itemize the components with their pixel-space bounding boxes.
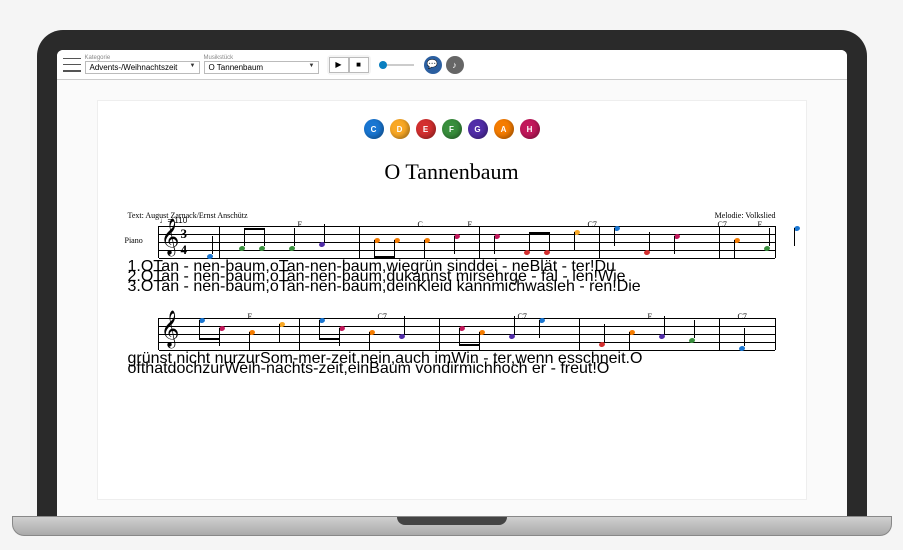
note-circle-a[interactable]: A — [494, 119, 514, 139]
score-sheet: CDEFGAH O Tannenbaum Text: August Zarnac… — [97, 100, 807, 500]
lyric-syllable: Weih-nachts-zeit, — [224, 360, 347, 377]
lyric-syllable: o — [270, 278, 279, 295]
lyric-syllable: doch — [168, 360, 203, 377]
lyric-syllable: ein — [348, 360, 369, 377]
treble-clef-icon: 𝄞 — [161, 312, 180, 344]
lyric-syllable: mich — [459, 360, 493, 377]
note-circle-c[interactable]: C — [364, 119, 384, 139]
lyric-syllable: 3.O — [128, 278, 154, 295]
text-credit: Text: August Zarnack/Ernst Anschütz — [128, 211, 248, 220]
lyric-syllable: Tan-nen-baum, — [279, 278, 387, 295]
note-circle-d[interactable]: D — [390, 119, 410, 139]
note-circle-e[interactable]: E — [416, 119, 436, 139]
progress-slider[interactable] — [379, 64, 414, 66]
category-select[interactable]: Advents-/Weihnachtszeit — [85, 61, 200, 74]
lyric-syllable: zur — [202, 360, 224, 377]
menu-icon[interactable] — [63, 58, 81, 72]
piece-select[interactable]: O Tannenbaum — [204, 61, 319, 74]
note-circle-g[interactable]: G — [468, 119, 488, 139]
lyric-syllable: Tan - nen-baum, — [153, 278, 270, 295]
lyric-syllable: was — [525, 278, 553, 295]
treble-clef-icon: 𝄞 — [161, 220, 180, 252]
lyric-syllable: oft — [128, 360, 146, 377]
song-title: O Tannenbaum — [128, 159, 776, 185]
lyric-syllable: Baum von — [369, 360, 441, 377]
lyric-syllable: dir — [441, 360, 459, 377]
play-button[interactable]: ▶ — [329, 57, 349, 73]
melody-credit: Melodie: Volkslied — [715, 211, 776, 220]
staff-2: 𝄞 — [158, 318, 776, 350]
lyric-syllable: dein — [386, 278, 416, 295]
note-circle-f[interactable]: F — [442, 119, 462, 139]
lyric-syllable: leh - ren! — [554, 278, 617, 295]
lyric-syllable: Die — [617, 278, 641, 295]
note-circle-h[interactable]: H — [520, 119, 540, 139]
notes-toggle-icon[interactable]: ♪ — [446, 56, 464, 74]
lyric-syllable: hoch er - freut! — [493, 360, 597, 377]
lyric-syllable: O — [597, 360, 609, 377]
lyric-syllable: Kleid kann — [417, 278, 492, 295]
lyrics-toggle-icon[interactable]: 💬 — [424, 56, 442, 74]
stop-button[interactable]: ■ — [349, 57, 369, 73]
lyric-syllable: hat — [145, 360, 167, 377]
instrument-label: Piano — [125, 236, 143, 245]
time-signature: 34 — [181, 226, 188, 258]
lyric-syllable: mich — [491, 278, 525, 295]
staff-1: 𝄞 34 — [158, 226, 776, 258]
